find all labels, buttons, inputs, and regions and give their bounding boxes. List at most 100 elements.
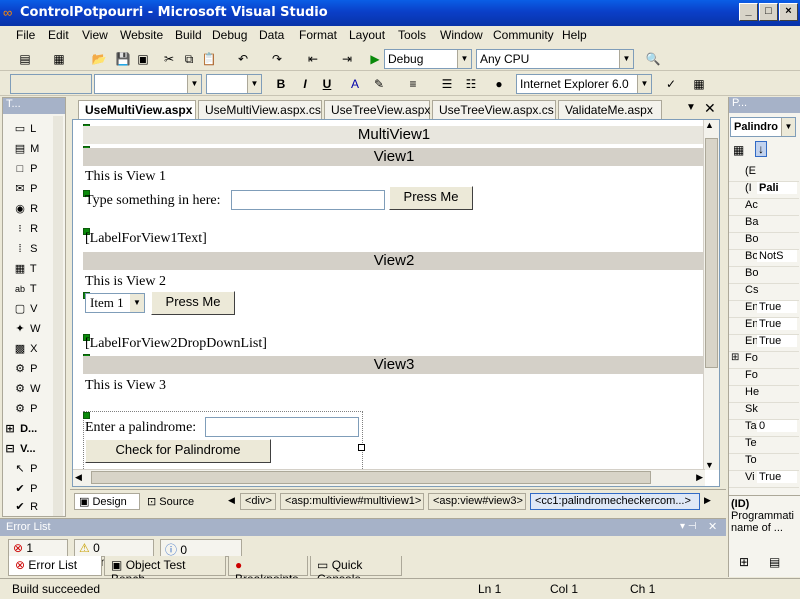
start-debug-icon[interactable]: ▶ <box>366 50 384 68</box>
spell-check-icon[interactable]: ✓ <box>662 75 680 93</box>
property-row[interactable]: (I Pali <box>729 182 799 199</box>
undo-icon[interactable]: ↶ <box>234 50 252 68</box>
solution-explorer-icon[interactable]: ⊞ <box>739 555 749 569</box>
designer-horizontal-scrollbar[interactable]: ◀ ▶ <box>73 469 705 486</box>
tab-usetreeview-aspx-cs[interactable]: UseTreeView.aspx.cs <box>432 100 556 119</box>
highlight-icon[interactable]: ✎ <box>370 75 388 93</box>
categorized-icon[interactable]: ▦ <box>733 143 744 157</box>
crumb-div[interactable]: <div> <box>240 493 276 510</box>
save-all-icon[interactable]: ▣ <box>134 50 152 68</box>
menu-build[interactable]: Build <box>175 28 202 42</box>
resize-handle[interactable] <box>358 444 365 451</box>
menu-view[interactable]: View <box>82 28 108 42</box>
menu-edit[interactable]: Edit <box>48 28 69 42</box>
menu-file[interactable]: File <box>16 28 35 42</box>
crumb-palindrome-control[interactable]: <cc1:palindromecheckercom...> <box>530 493 700 510</box>
menu-tools[interactable]: Tools <box>398 28 426 42</box>
property-row[interactable]: Cs <box>729 284 799 301</box>
menu-format[interactable]: Format <box>299 28 337 42</box>
errors-filter-button[interactable]: ⊗ 1 Error <box>8 539 68 569</box>
underline-button[interactable]: U <box>318 75 336 93</box>
toolbox-item[interactable]: ◉ R <box>13 202 63 220</box>
toolbox-item[interactable]: ✔ R <box>13 500 63 518</box>
toolbox-item[interactable]: □ P <box>13 162 63 180</box>
property-row[interactable]: En True <box>729 301 799 318</box>
toolbox-group[interactable]: ⊟ V... <box>3 442 53 460</box>
property-row[interactable]: Bo <box>729 233 799 250</box>
menu-window[interactable]: Window <box>440 28 483 42</box>
property-row[interactable]: Fo <box>729 369 799 386</box>
toolbox-item[interactable]: ✉ P <box>13 182 63 200</box>
redo-icon[interactable]: ↷ <box>268 50 286 68</box>
open-icon[interactable]: 📂 <box>90 50 108 68</box>
toolbox-group[interactable]: ⊞ D... <box>3 422 53 440</box>
font-name-combo[interactable]: ▼ <box>94 74 202 94</box>
view1-textbox[interactable] <box>231 190 385 210</box>
find-in-files-icon[interactable]: 🔍 <box>644 50 662 68</box>
toolbox-item[interactable]: ▩ X <box>13 342 63 360</box>
font-size-combo[interactable]: ▼ <box>206 74 262 94</box>
add-item-icon[interactable]: ▦ <box>50 50 68 68</box>
tab-usemultiview-aspx-cs[interactable]: UseMultiView.aspx.cs <box>198 100 322 119</box>
menu-website[interactable]: Website <box>120 28 163 42</box>
toolbox-item[interactable]: ↖ P <box>13 462 63 480</box>
crumb-left-icon[interactable]: ◀ <box>228 495 235 506</box>
toolbox-item[interactable]: ▢ V <box>13 302 63 320</box>
crumb-multiview[interactable]: <asp:multiview#multiview1> <box>280 493 424 510</box>
property-row[interactable]: Ac <box>729 199 799 216</box>
tab-list-icon[interactable]: ▼ <box>686 102 696 113</box>
pin-icon[interactable]: ▾ ⊣ <box>680 521 697 532</box>
object-selector[interactable]: Palindro ▼ <box>730 117 796 137</box>
property-row[interactable]: (E <box>729 165 799 182</box>
style-combo[interactable] <box>10 74 92 94</box>
navigate-forward-icon[interactable]: ⇥ <box>338 50 356 68</box>
property-row[interactable]: To <box>729 454 799 471</box>
platform-combo[interactable]: Any CPU ▼ <box>476 49 634 69</box>
toolbox-item[interactable]: ab T <box>13 282 63 300</box>
properties-icon[interactable]: ▤ <box>769 555 780 569</box>
close-button[interactable]: × <box>779 3 798 21</box>
config-combo[interactable]: Debug ▼ <box>384 49 472 69</box>
design-surface[interactable]: MultiView1 View1 This is View 1 Type som… <box>72 119 720 487</box>
bottom-tab-error-list[interactable]: ⊗ Error List <box>8 556 102 576</box>
property-row[interactable]: ⊞ Fo <box>729 352 799 369</box>
toolbox-item[interactable]: ▭ L <box>13 122 63 140</box>
crumb-view3[interactable]: <asp:view#view3> <box>428 493 526 510</box>
navigate-back-icon[interactable]: ⇤ <box>304 50 322 68</box>
scroll-down-icon[interactable]: ▼ <box>705 460 714 470</box>
paste-icon[interactable]: 📋 <box>200 50 218 68</box>
maximize-button[interactable]: □ <box>759 3 778 21</box>
property-row[interactable]: En True <box>729 335 799 352</box>
save-icon[interactable]: 💾 <box>114 50 132 68</box>
copy-icon[interactable]: ⧉ <box>180 50 198 68</box>
bottom-tab-quick-console[interactable]: ▭ Quick Console <box>310 556 402 586</box>
target-browser-combo[interactable]: Internet Explorer 6.0 ▼ <box>516 74 652 94</box>
warnings-filter-button[interactable]: ⚠ 0 Warnings <box>74 539 154 569</box>
menu-data[interactable]: Data <box>259 28 284 42</box>
property-row[interactable]: Sk <box>729 403 799 420</box>
new-project-icon[interactable]: ▤ <box>16 50 34 68</box>
toolbox-item[interactable]: ✦ W <box>13 322 63 340</box>
bottom-tab-object-test-bench[interactable]: ▣ Object Test Bench <box>104 556 226 586</box>
sort-alpha-icon[interactable]: ↓ <box>755 141 767 157</box>
scroll-thumb[interactable] <box>705 138 718 368</box>
property-row[interactable]: Vi True <box>729 471 799 488</box>
toolbox-item[interactable]: ⚙ P <box>13 402 63 420</box>
toolbox-item[interactable]: ✔ P <box>13 482 63 500</box>
scroll-right-icon[interactable]: ▶ <box>696 472 703 483</box>
hscroll-thumb[interactable] <box>91 471 651 484</box>
source-view-tab[interactable]: ⊡ Source <box>142 493 208 510</box>
bullet-list-icon[interactable]: ☷ <box>462 75 480 93</box>
view2-dropdown[interactable]: Item 1 ▼ <box>85 293 145 313</box>
bold-button[interactable]: B <box>272 75 290 93</box>
property-row[interactable]: En True <box>729 318 799 335</box>
bottom-tab-breakpoints[interactable]: ● Breakpoints <box>228 556 308 586</box>
expand-icon[interactable]: ⊞ <box>731 352 739 363</box>
property-row[interactable]: Ba <box>729 216 799 233</box>
view1-press-button[interactable]: Press Me <box>389 186 473 210</box>
smart-tag-icon[interactable] <box>83 412 90 419</box>
designer-vertical-scrollbar[interactable]: ▲ ▼ <box>703 120 719 470</box>
view2-press-button[interactable]: Press Me <box>151 291 235 315</box>
tab-usemultiview-aspx[interactable]: UseMultiView.aspx <box>78 100 196 119</box>
palindrome-textbox[interactable] <box>205 417 359 437</box>
